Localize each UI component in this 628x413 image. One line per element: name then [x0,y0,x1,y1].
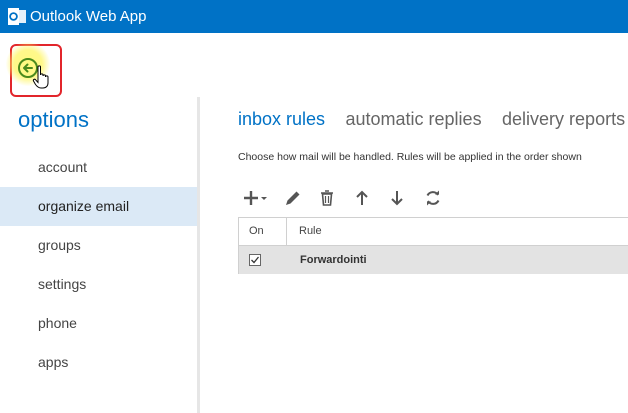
move-down-icon[interactable] [388,188,406,208]
sidebar-item-apps[interactable]: apps [0,343,197,382]
refresh-icon[interactable] [423,188,443,208]
edit-button[interactable] [283,188,303,208]
rule-name: Forwardointi [300,254,367,266]
move-up-button[interactable] [353,188,371,208]
tab-delivery-reports[interactable]: delivery reports [502,108,625,130]
options-title: options [18,107,89,132]
column-header-on[interactable]: On [239,218,287,245]
sidebar-item-groups[interactable]: groups [0,226,197,265]
table-row[interactable]: Forwardointi [239,246,628,274]
sidebar-item-account[interactable]: account [0,148,197,187]
hand-cursor-icon [32,65,49,89]
tab-automatic-replies[interactable]: automatic replies [346,108,482,130]
move-up-icon[interactable] [353,188,371,208]
back-button[interactable] [6,42,62,97]
rules-table: On Rule Forwardointi [238,217,628,274]
column-header-rule[interactable]: Rule [299,218,322,245]
move-down-button[interactable] [388,188,406,208]
table-header: On Rule [239,218,628,246]
app-header: Outlook Web App [0,0,628,33]
sidebar-item-settings[interactable]: settings [0,265,197,304]
rules-description: Choose how mail will be handled. Rules w… [238,151,582,163]
add-button[interactable] [243,188,271,208]
tab-bar: inbox rules automatic replies delivery r… [238,108,628,132]
add-icon[interactable] [243,188,271,208]
delete-button[interactable] [318,188,336,208]
rule-enabled-checkbox[interactable] [249,254,261,266]
delete-icon[interactable] [318,188,336,208]
edit-icon[interactable] [283,188,303,208]
app-title: Outlook Web App [30,8,147,25]
outlook-logo-icon [8,8,26,25]
sidebar-nav: account organize email groups settings p… [0,148,197,382]
sidebar-divider [197,97,200,413]
sidebar-item-organize-email[interactable]: organize email [0,187,197,226]
sidebar-item-phone[interactable]: phone [0,304,197,343]
tab-inbox-rules[interactable]: inbox rules [238,108,325,130]
refresh-button[interactable] [423,188,443,208]
